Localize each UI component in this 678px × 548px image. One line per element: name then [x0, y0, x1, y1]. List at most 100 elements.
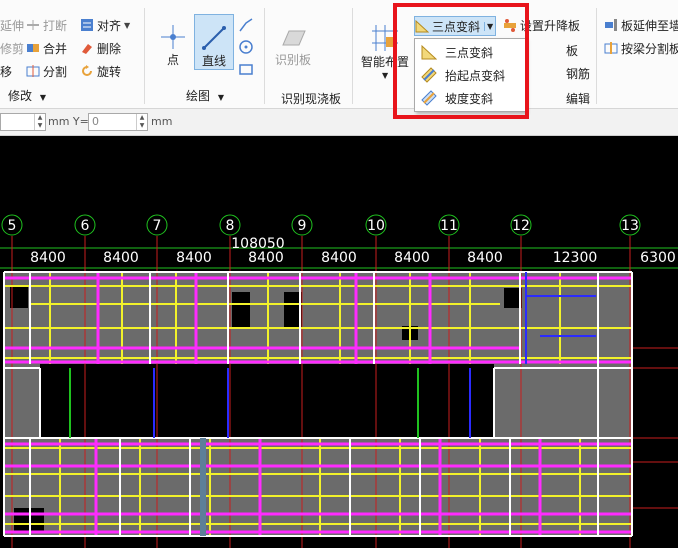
trim-button[interactable]: 修剪 [0, 39, 24, 57]
dimension-label: 8400 [176, 250, 212, 266]
modify-group-label: 修改 [8, 89, 33, 103]
separator [144, 8, 145, 104]
y-unit-label: mm [151, 115, 173, 128]
eraser-icon [80, 41, 94, 55]
x-spinner-arrows-icon[interactable]: ▲ ▼ [34, 114, 45, 130]
line-button[interactable]: 直线 [194, 14, 234, 70]
recognize-slab-icon [282, 30, 306, 46]
y-coordinate-input[interactable]: 0 ▲ ▼ [88, 113, 148, 131]
smart-layout-dropdown-icon[interactable]: ▼ [382, 71, 388, 80]
dimension-label: 8400 [321, 250, 357, 266]
y-spinner-arrows-icon[interactable]: ▲ ▼ [136, 114, 147, 130]
axis-label: 7 [153, 218, 162, 234]
rotate-button[interactable]: 旋转 [80, 62, 121, 80]
extend-slab-label: 板延伸至墙 [621, 18, 678, 33]
merge-button[interactable]: 合并 [26, 39, 67, 57]
move-button[interactable]: 移 [0, 62, 12, 80]
split-by-beam-icon [604, 41, 618, 55]
rebar-partial-label: 钢筋 [566, 66, 591, 81]
point-icon [161, 25, 185, 49]
split-button[interactable]: 分割 [26, 62, 67, 80]
separator [352, 8, 353, 104]
delete-button[interactable]: 删除 [80, 39, 121, 57]
break-icon [26, 18, 40, 32]
slab-region[interactable] [494, 364, 632, 438]
slab-region[interactable] [4, 438, 632, 536]
align-button[interactable]: 对齐 ▼ [80, 16, 130, 34]
dimension-label: 8400 [394, 250, 430, 266]
axis-label: 13 [621, 218, 639, 234]
modify-group-dropdown-icon: ▼ [39, 93, 46, 102]
trim-label: 修剪 [0, 41, 25, 56]
coordinate-toolbar: ▲ ▼ mm Y= 0 ▲ ▼ mm [0, 109, 678, 136]
split-icon [26, 64, 40, 78]
separator [596, 8, 597, 104]
break-label: 打断 [43, 18, 68, 33]
axis-label: 10 [367, 218, 385, 234]
move-label: 移 [0, 64, 13, 79]
dimension-labels: 8400 8400 8400 8400 8400 8400 8400 12300… [30, 250, 676, 266]
recognize-group-label: 识别现浇板 [281, 92, 342, 106]
draw-group-label: 绘图 [186, 89, 211, 103]
modify-group[interactable]: 修改 ▼ [8, 87, 46, 104]
axis-labels: 5 6 7 8 9 10 11 12 13 [8, 218, 639, 234]
axis-label: 11 [440, 218, 458, 234]
draw-group[interactable]: 绘图 ▼ [186, 87, 224, 104]
recognize-slab-label: 识别板 [274, 53, 311, 67]
opening [232, 292, 250, 328]
extend-button[interactable]: 延伸 [0, 16, 24, 34]
floor-plan-drawing[interactable]: 5 6 7 8 9 10 11 12 13 108050 8400 8400 8… [0, 136, 678, 548]
dimension-label: 6300 [640, 250, 676, 266]
ribbon: 延伸 打断 对齐 ▼ 修剪 合并 删除 移 分割 旋转 修改 ▼ 点 直线 绘图… [0, 0, 678, 109]
opening [10, 286, 28, 308]
axis-label: 12 [512, 218, 530, 234]
align-icon [80, 18, 94, 32]
split-by-beam-label: 按梁分割板 [621, 41, 678, 56]
recognize-slab-button[interactable]: 识别板 [268, 20, 318, 68]
polyline-icon [239, 18, 253, 32]
slab-partial-label: 板 [566, 43, 579, 58]
line-label: 直线 [201, 54, 226, 68]
point-button[interactable]: 点 [156, 16, 190, 68]
point-label: 点 [166, 53, 179, 67]
x-unit-label: mm Y= [48, 115, 89, 128]
axis-label: 8 [226, 218, 235, 234]
merge-icon [26, 41, 40, 55]
rotate-icon [80, 64, 94, 78]
axis-label: 6 [81, 218, 90, 234]
dimension-label: 8400 [248, 250, 284, 266]
rectangle-icon [239, 64, 253, 75]
axis-label: 5 [8, 218, 17, 234]
line-icon [202, 26, 226, 50]
dimension-label: 8400 [467, 250, 503, 266]
align-dropdown-icon[interactable]: ▼ [124, 21, 130, 30]
set-raise-lower-label: 设置升降板 [520, 18, 581, 33]
dimension-label: 12300 [553, 250, 598, 266]
rectangle-tool[interactable] [238, 60, 254, 78]
highlight-annotation-box [393, 3, 529, 119]
y-coordinate-value: 0 [92, 115, 99, 128]
split-by-beam-button[interactable]: 按梁分割板 [604, 39, 678, 57]
draw-group-dropdown-icon: ▼ [217, 93, 224, 102]
x-coordinate-input[interactable]: ▲ ▼ [0, 113, 46, 131]
extend-label: 延伸 [0, 18, 25, 33]
polyline-tool[interactable] [238, 16, 254, 34]
opening [40, 368, 494, 438]
slab-region[interactable] [4, 364, 40, 438]
delete-label: 删除 [97, 41, 122, 56]
drawing-canvas[interactable]: 5 6 7 8 9 10 11 12 13 108050 8400 8400 8… [0, 136, 678, 548]
circle-icon [239, 40, 253, 54]
edit-partial-label: 编辑 [566, 92, 591, 106]
dimension-label: 8400 [30, 250, 66, 266]
column-strip [200, 438, 206, 536]
dimension-label: 8400 [103, 250, 139, 266]
axis-label: 9 [298, 218, 307, 234]
circle-tool[interactable] [238, 38, 254, 56]
split-label: 分割 [43, 64, 68, 79]
align-label: 对齐 [97, 18, 122, 33]
axis-bubbles [1, 214, 641, 236]
extend-slab-to-wall-button[interactable]: 板延伸至墙 [604, 16, 678, 34]
rotate-label: 旋转 [97, 64, 122, 79]
merge-label: 合并 [43, 41, 68, 56]
break-button[interactable]: 打断 [26, 16, 67, 34]
